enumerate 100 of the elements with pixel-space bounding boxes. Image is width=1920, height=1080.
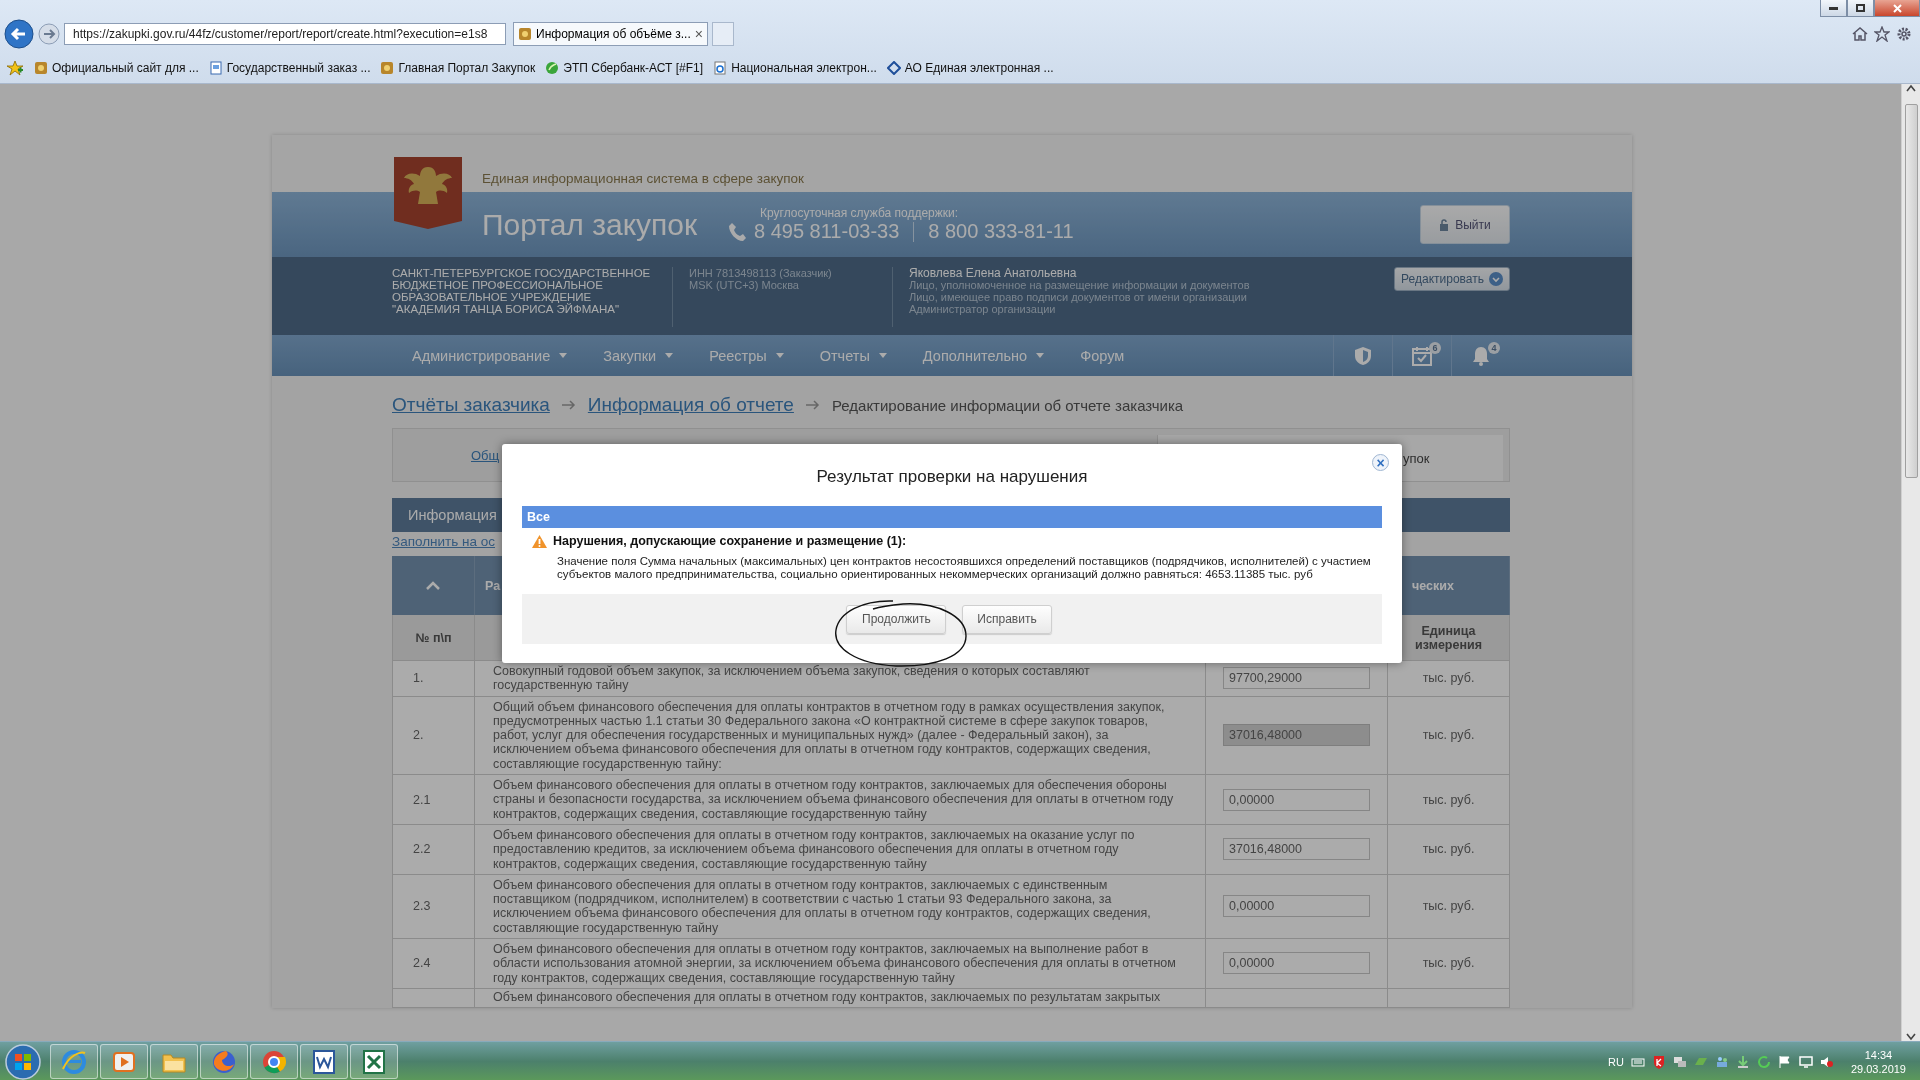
edit-button[interactable]: Редактировать xyxy=(1394,267,1510,291)
emblem-icon xyxy=(34,60,48,75)
shield-icon[interactable] xyxy=(1354,345,1372,366)
fill-from-link[interactable]: Заполнить на ос xyxy=(392,534,495,549)
sync-icon[interactable] xyxy=(1756,1054,1771,1069)
language-indicator[interactable]: RU xyxy=(1608,1055,1624,1068)
page-icon xyxy=(208,60,223,75)
caret-icon xyxy=(559,353,568,358)
violation-heading: Нарушения, допускающие сохранение и размещение (1): xyxy=(553,534,907,548)
network-icon[interactable] xyxy=(1672,1054,1687,1069)
row-description-cell: Совокупный годовой объем закупок, за исключением объема закупок, сведения о которых составляют государственную тайну xyxy=(475,661,1206,697)
value-field[interactable]: 0,00000 xyxy=(1223,788,1370,811)
value-field: 37016,48000 xyxy=(1223,724,1370,747)
count-badge: 4 xyxy=(1488,342,1500,354)
column-header: № п\п xyxy=(392,615,475,661)
maximize-button[interactable] xyxy=(1847,0,1874,17)
clock[interactable]: 14:34 29.03.2019 xyxy=(1850,1047,1906,1076)
timezone-text: MSK (UTC+3) Москва xyxy=(689,279,800,291)
emblem-logo xyxy=(394,157,462,229)
value-field[interactable]: 97700,29000 xyxy=(1223,667,1370,690)
user-role: Лицо, уполномоченное на размещение информации и документов xyxy=(909,279,1251,291)
flag-icon[interactable] xyxy=(1777,1054,1792,1069)
logout-button[interactable]: Выйти xyxy=(1420,205,1510,244)
dialog-button[interactable]: Исправить xyxy=(962,604,1052,634)
unit-cell: тыс. руб. xyxy=(1388,874,1510,940)
home-icon[interactable] xyxy=(1852,26,1868,42)
calendar-check-icon[interactable] xyxy=(1412,345,1432,366)
nav-menu-item[interactable]: Дополнительно xyxy=(922,347,1045,364)
monitor-icon[interactable] xyxy=(1798,1054,1813,1069)
bookmark-link[interactable]: Национальная электрон... xyxy=(713,60,877,75)
scrollbar-thumb[interactable] xyxy=(1904,104,1918,478)
favorites-star-icon[interactable] xyxy=(6,59,24,76)
breadcrumb-current: Редактирование информации об отчете заказчика xyxy=(831,396,1184,414)
value-field[interactable]: 37016,48000 xyxy=(1223,838,1370,861)
bookmark-link[interactable]: АО Единая электронная ... xyxy=(886,60,1054,75)
spreadsheet-x-icon xyxy=(361,1048,387,1075)
forward-button[interactable] xyxy=(38,23,60,45)
bell-icon[interactable] xyxy=(1472,345,1490,366)
round-browser-icon xyxy=(261,1048,287,1075)
star-icon[interactable] xyxy=(1874,26,1890,42)
lock-icon xyxy=(1439,218,1450,231)
scroll-down-icon[interactable] xyxy=(1906,1033,1916,1041)
close-button[interactable] xyxy=(1874,0,1920,17)
emblem-icon xyxy=(380,60,395,75)
taskbar-app-button[interactable] xyxy=(300,1044,348,1079)
nav-menu-item[interactable]: Реестры xyxy=(709,347,784,364)
row-description-cell: Объем финансового обеспечения для оплаты в отчетном году контрактов, заключаемых по результатам закрытых xyxy=(475,988,1206,1009)
unit-cell: тыс. руб. xyxy=(1388,661,1510,697)
minimize-button[interactable] xyxy=(1820,0,1847,17)
diamond-icon xyxy=(886,60,901,75)
bookmark-link[interactable]: Главная Портал Закупок xyxy=(380,60,536,75)
muted-speaker-icon[interactable] xyxy=(1819,1054,1834,1069)
settings-icon[interactable] xyxy=(1896,26,1912,42)
leaf-icon xyxy=(545,60,560,75)
dialog-button[interactable]: Продолжить xyxy=(846,604,947,634)
phone-number: 8 800 333-81-11 xyxy=(928,220,1074,243)
user-role: Администратор организации xyxy=(909,303,1057,315)
shield-k-icon[interactable] xyxy=(1651,1054,1666,1069)
nav-menu-item[interactable]: Закупки xyxy=(603,347,674,364)
bookmark-link[interactable]: Государственный заказ ... xyxy=(208,60,371,75)
back-button[interactable] xyxy=(4,19,34,49)
value-field[interactable]: 0,00000 xyxy=(1223,952,1370,975)
browser-e-icon xyxy=(61,1048,87,1075)
caret-icon xyxy=(775,353,784,358)
taskbar-app-button[interactable] xyxy=(350,1044,398,1079)
scroll-up-icon[interactable] xyxy=(1906,84,1916,92)
close-icon xyxy=(1892,3,1902,13)
phone-number: 8 495 811-03-33 xyxy=(754,220,900,243)
nav-menu-item[interactable]: Администрирование xyxy=(412,347,568,364)
row-description-cell: Объем финансового обеспечения для оплаты в отчетном году контрактов, заключаемых на оказание услуг по предоставлению кредитов, за исключением объема финансового обеспечения для оплаты в отчетном году контрактов, содержащих сведения, составляющие государственную тайну xyxy=(475,824,1206,875)
taskbar-app-button[interactable] xyxy=(200,1044,248,1079)
start-button[interactable] xyxy=(4,1042,42,1080)
system-name: Единая информационная система в сфере закупок xyxy=(482,171,806,188)
address-bar[interactable]: https://zakupki.gov.ru/44fz/customer/report/report/create.html?execution=e1s8 xyxy=(64,23,506,45)
taskbar-app-button[interactable] xyxy=(250,1044,298,1079)
page-icon xyxy=(713,60,728,75)
row-description-cell: Объем финансового обеспечения для оплаты в отчетном году контрактов, заключаемых с единственным поставщиком (подрядчиком, исполнителем) в соответствии с частью 1 статьи 93 Федерального закона, за исключением объема финансового обеспечения для оплаты в отчетном году контрактов, содержащих сведения, составляющие государственную тайну xyxy=(475,874,1206,940)
nav-menu-item[interactable]: Форум xyxy=(1080,347,1125,364)
bookmark-link[interactable]: Официальный сайт для ... xyxy=(34,60,199,75)
scrollbar[interactable] xyxy=(1901,84,1920,1041)
nav-menu-item[interactable]: Отчеты xyxy=(819,347,887,364)
document-w-icon xyxy=(311,1048,337,1075)
support-label: Круглосуточная служба поддержки: xyxy=(760,206,960,220)
people-icon[interactable] xyxy=(1714,1054,1729,1069)
row-description-cell: Общий объем финансового обеспечения для оплаты контрактов в отчетном году в рамках осуществления закупок, предусмотренных частью 1.1 статьи 30 Федерального закона «О контрактной системе в сфере закупок товаров, работ, услуг для обеспечения государственных и муниципальных нужд» (далее - Федеральный закон), за исключением объема финансового обеспечения для оплаты в отчетном году контрактов, содержащих сведения, составляющие государственную тайну: xyxy=(475,696,1206,776)
organization-name: САНКТ-ПЕТЕРБУРГСКОЕ ГОСУДАРСТВЕННОЕ БЮДЖЕТНОЕ ПРОФЕССИОНАЛЬНОЕ ОБРАЗОВАТЕЛЬНОЕ УЧРЕЖДЕНИЕ "АКАДЕМИЯ ТАНЦА БОРИСА ЭЙФМАНА" xyxy=(392,267,652,317)
bookmark-link[interactable]: ЭТП Сбербанк-АСТ [#F1] xyxy=(545,60,704,75)
value-field[interactable]: 0,00000 xyxy=(1223,895,1370,918)
group-header: Все xyxy=(522,506,1382,528)
download-icon[interactable] xyxy=(1735,1054,1750,1069)
arrow-right-icon xyxy=(805,400,820,410)
count-badge: 6 xyxy=(1429,342,1441,354)
close-tab-button[interactable]: × xyxy=(694,26,703,42)
breadcrumb-link[interactable]: Отчёты заказчика xyxy=(392,394,550,416)
row-number-cell: 2.2 xyxy=(392,824,475,875)
sort-header-cell[interactable] xyxy=(392,556,475,615)
close-button[interactable]: × xyxy=(1372,454,1389,471)
user-name: Яковлева Елена Анатольевна xyxy=(909,267,1078,279)
breadcrumb-link[interactable]: Информация об отчете xyxy=(587,394,794,416)
browser-tab[interactable]: Информация об объёме з... × xyxy=(513,22,708,46)
